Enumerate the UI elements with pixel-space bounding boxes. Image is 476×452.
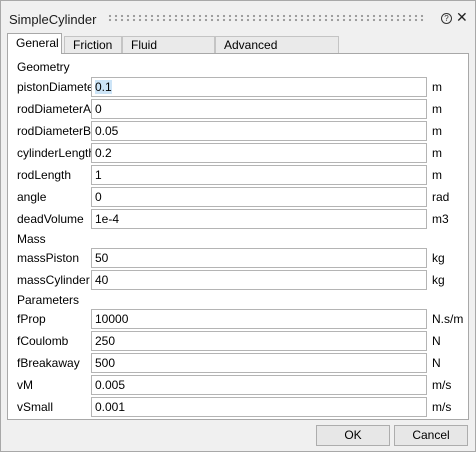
deadVolume-input[interactable]: 1e-4 [91, 209, 427, 229]
unit-fBreakaway: N [432, 356, 441, 370]
label-rodDiameterA: rodDiameterA [17, 102, 92, 116]
tab-advanced-initialization[interactable]: Advanced Initialization [215, 36, 339, 69]
label-deadVolume: deadVolume [17, 212, 84, 226]
fBreakaway-input[interactable]: 500 [91, 353, 427, 373]
rodDiameterB-input[interactable]: 0.05 [91, 121, 427, 141]
label-fCoulomb: fCoulomb [17, 334, 69, 348]
label-rodDiameterB: rodDiameterB [17, 124, 92, 138]
unit-vSmall: m/s [432, 400, 452, 414]
unit-vM: m/s [432, 378, 452, 392]
title-bar[interactable]: SimpleCylinder ? ✕ [1, 1, 475, 33]
rodDiameterA-input[interactable]: 0 [91, 99, 427, 119]
unit-massPiston: kg [432, 251, 445, 265]
close-icon[interactable]: ✕ [456, 10, 468, 24]
fProp-input[interactable]: 10000 [91, 309, 427, 329]
unit-fProp: N.s/m [432, 312, 464, 326]
section-mass: Mass [17, 232, 46, 246]
massPiston-input[interactable]: 50 [91, 248, 427, 268]
section-geometry: Geometry [17, 60, 70, 74]
label-angle: angle [17, 190, 47, 204]
unit-cylinderLength: m [432, 146, 442, 160]
label-pistonDiameter: pistonDiameter [17, 80, 98, 94]
unit-deadVolume: m3 [432, 212, 449, 226]
tab-friction[interactable]: Friction [64, 36, 122, 53]
tab-general[interactable]: General [7, 33, 62, 54]
drag-grip[interactable] [107, 14, 425, 22]
cylinderLength-input[interactable]: 0.2 [91, 143, 427, 163]
dialog-window: SimpleCylinder ? ✕ General Friction Flui… [0, 0, 476, 452]
unit-angle: rad [432, 190, 450, 204]
label-vSmall: vSmall [17, 400, 54, 414]
unit-pistonDiameter: m [432, 80, 442, 94]
angle-input[interactable]: 0 [91, 187, 427, 207]
unit-rodDiameterB: m [432, 124, 442, 138]
label-rodLength: rodLength [17, 168, 72, 182]
vSmall-input[interactable]: 0.001 [91, 397, 427, 417]
label-massCylinder: massCylinder [17, 273, 90, 287]
section-parameters: Parameters [17, 293, 80, 307]
pistonDiameter-input[interactable]: 0.1 [91, 77, 427, 97]
unit-massCylinder: kg [432, 273, 445, 287]
unit-rodLength: m [432, 168, 442, 182]
window-title: SimpleCylinder [9, 12, 97, 27]
rodLength-input[interactable]: 1 [91, 165, 427, 185]
vM-input[interactable]: 0.005 [91, 375, 427, 395]
label-fProp: fProp [17, 312, 46, 326]
cancel-button[interactable]: Cancel [394, 425, 468, 446]
unit-fCoulomb: N [432, 334, 441, 348]
fCoulomb-input[interactable]: 250 [91, 331, 427, 351]
label-fBreakaway: fBreakaway [17, 356, 80, 370]
label-cylinderLength: cylinderLength [17, 146, 96, 160]
ok-button[interactable]: OK [316, 425, 390, 446]
massCylinder-input[interactable]: 40 [91, 270, 427, 290]
unit-rodDiameterA: m [432, 102, 442, 116]
label-massPiston: massPiston [17, 251, 80, 265]
tab-fluid-properties[interactable]: Fluid Properties [122, 36, 215, 69]
label-vM: vM [17, 378, 33, 392]
help-icon[interactable]: ? [441, 13, 452, 24]
